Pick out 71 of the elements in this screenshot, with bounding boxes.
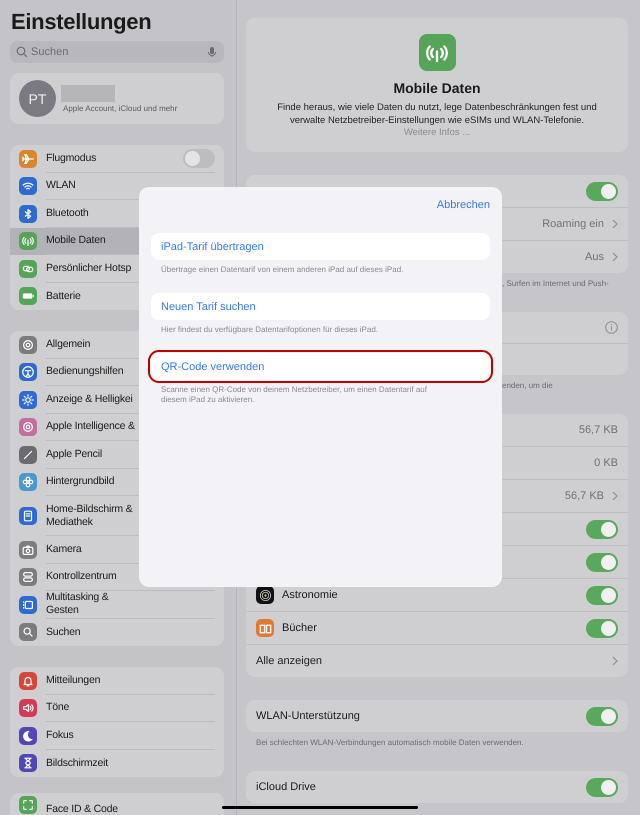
item-label: Batterie: [46, 290, 81, 303]
section-footer: , Surfen im Internet und Push-: [502, 279, 609, 288]
item-label: Suchen: [46, 626, 80, 639]
description: Finde heraus, wie viele Daten du nutzt, lege Datenbeschränkungen fest und verwalte Netzbetreiber-Einstellungen wie eSIMs und WLAN-Telefonie. Weitere Infos ...: [276, 102, 598, 140]
item-label: Anzeige & Helligkei: [46, 392, 133, 406]
option-button[interactable]: QR-Code verwenden: [151, 353, 490, 380]
item-label: Töne: [46, 701, 70, 714]
section-footer: Bei schlechten WLAN-Verbindungen automatisch mobile Daten verwenden.: [256, 738, 524, 747]
section-title: Mobile Daten: [393, 80, 481, 96]
item-label: Multitasking & Gesten: [46, 591, 110, 618]
toggle-switch[interactable]: [183, 148, 215, 168]
row-value: 56,7 KB: [578, 424, 618, 436]
toggle-switch[interactable]: [586, 520, 618, 538]
row-value: Aus: [585, 251, 604, 263]
item-label: Apple Pencil: [46, 448, 102, 461]
item-label: Home-Bildschirm & Mediathek: [46, 502, 134, 528]
item-label: Persönlicher Hotsp: [46, 262, 132, 275]
account-card[interactable]: PT Apple Account, iCloud und mehr: [10, 73, 224, 124]
sidebar-item[interactable]: Face ID & Code: [10, 793, 224, 815]
item-label: Face ID & Code: [46, 803, 118, 815]
row-label: Bücher: [282, 622, 318, 634]
item-label: Flugmodus: [46, 152, 96, 165]
search-field[interactable]: Suchen: [10, 41, 224, 63]
row-label: Astronomie: [282, 589, 339, 601]
toggle-switch[interactable]: [586, 586, 618, 604]
section-footer: enden, um die: [502, 381, 553, 390]
sidebar-item[interactable]: Suchen: [10, 618, 224, 646]
row-value: 56,7 KB: [564, 490, 604, 502]
item-label: Kontrollzentrum: [46, 570, 117, 584]
toggle-switch[interactable]: [586, 182, 618, 200]
sidebar-item[interactable]: Fokus: [10, 722, 224, 750]
sidebar-item[interactable]: Flugmodus: [10, 145, 224, 172]
item-label: Kamera: [46, 542, 82, 556]
item-label: Bildschirmzeit: [46, 756, 108, 770]
item-label: Mobile Daten: [46, 234, 106, 248]
cancel-button[interactable]: Abbrechen: [436, 197, 490, 213]
option-button[interactable]: iPad-Tarif übertragen: [151, 233, 490, 260]
account-subtitle: Apple Account, iCloud und mehr: [63, 104, 178, 112]
page-title: Einstellungen: [11, 9, 152, 35]
item-label: Fokus: [46, 728, 74, 742]
option-button[interactable]: Neuen Tarif suchen: [151, 293, 490, 320]
info-icon[interactable]: [605, 321, 618, 334]
item-label: Hintergrundbild: [46, 475, 114, 488]
microphone-icon[interactable]: [206, 46, 218, 58]
item-label: Apple Intelligence &: [46, 420, 135, 434]
item-label: Bluetooth: [46, 206, 89, 220]
sidebar-item[interactable]: Töne: [10, 694, 224, 722]
item-label: WLAN: [46, 179, 76, 192]
chevron-icon: [612, 656, 618, 666]
option-note: Übertrage einen Datentarif von einem anderen iPad auf dieses iPad.: [160, 264, 404, 275]
row-label: iCloud Drive: [256, 781, 317, 793]
item-label: Mitteilungen: [46, 674, 100, 687]
row-value: 0 KB: [594, 457, 618, 469]
sidebar-item[interactable]: Mitteilungen: [10, 667, 224, 694]
redaction-block: [61, 84, 115, 102]
row-value: Roaming ein: [542, 218, 604, 230]
toggle-switch[interactable]: [586, 778, 618, 796]
row-label: WLAN-Unterstützung: [256, 710, 361, 722]
item-label: Bedienungshilfen: [46, 365, 124, 378]
show-all-row[interactable]: Alle anzeigen: [246, 645, 628, 677]
option-note: Hier findest du verfügbare Datentarifoptionen für dieses iPad.: [160, 324, 380, 335]
item-label: Allgemein: [46, 338, 90, 351]
sidebar-item[interactable]: Multitasking & Gesten: [10, 591, 224, 618]
sidebar-item[interactable]: Bildschirmzeit: [10, 750, 224, 777]
option-note: Scanne einen QR-Code von deinem Netzbetreiber, um einen Datentarif auf diesem iPad zu aktivieren.: [160, 384, 428, 405]
antenna-icon: [418, 34, 456, 71]
toggle-switch[interactable]: [586, 552, 618, 572]
toggle-switch[interactable]: [586, 706, 618, 726]
toggle-switch[interactable]: [586, 618, 618, 638]
search-icon: [16, 46, 28, 58]
avatar: PT: [19, 80, 56, 117]
